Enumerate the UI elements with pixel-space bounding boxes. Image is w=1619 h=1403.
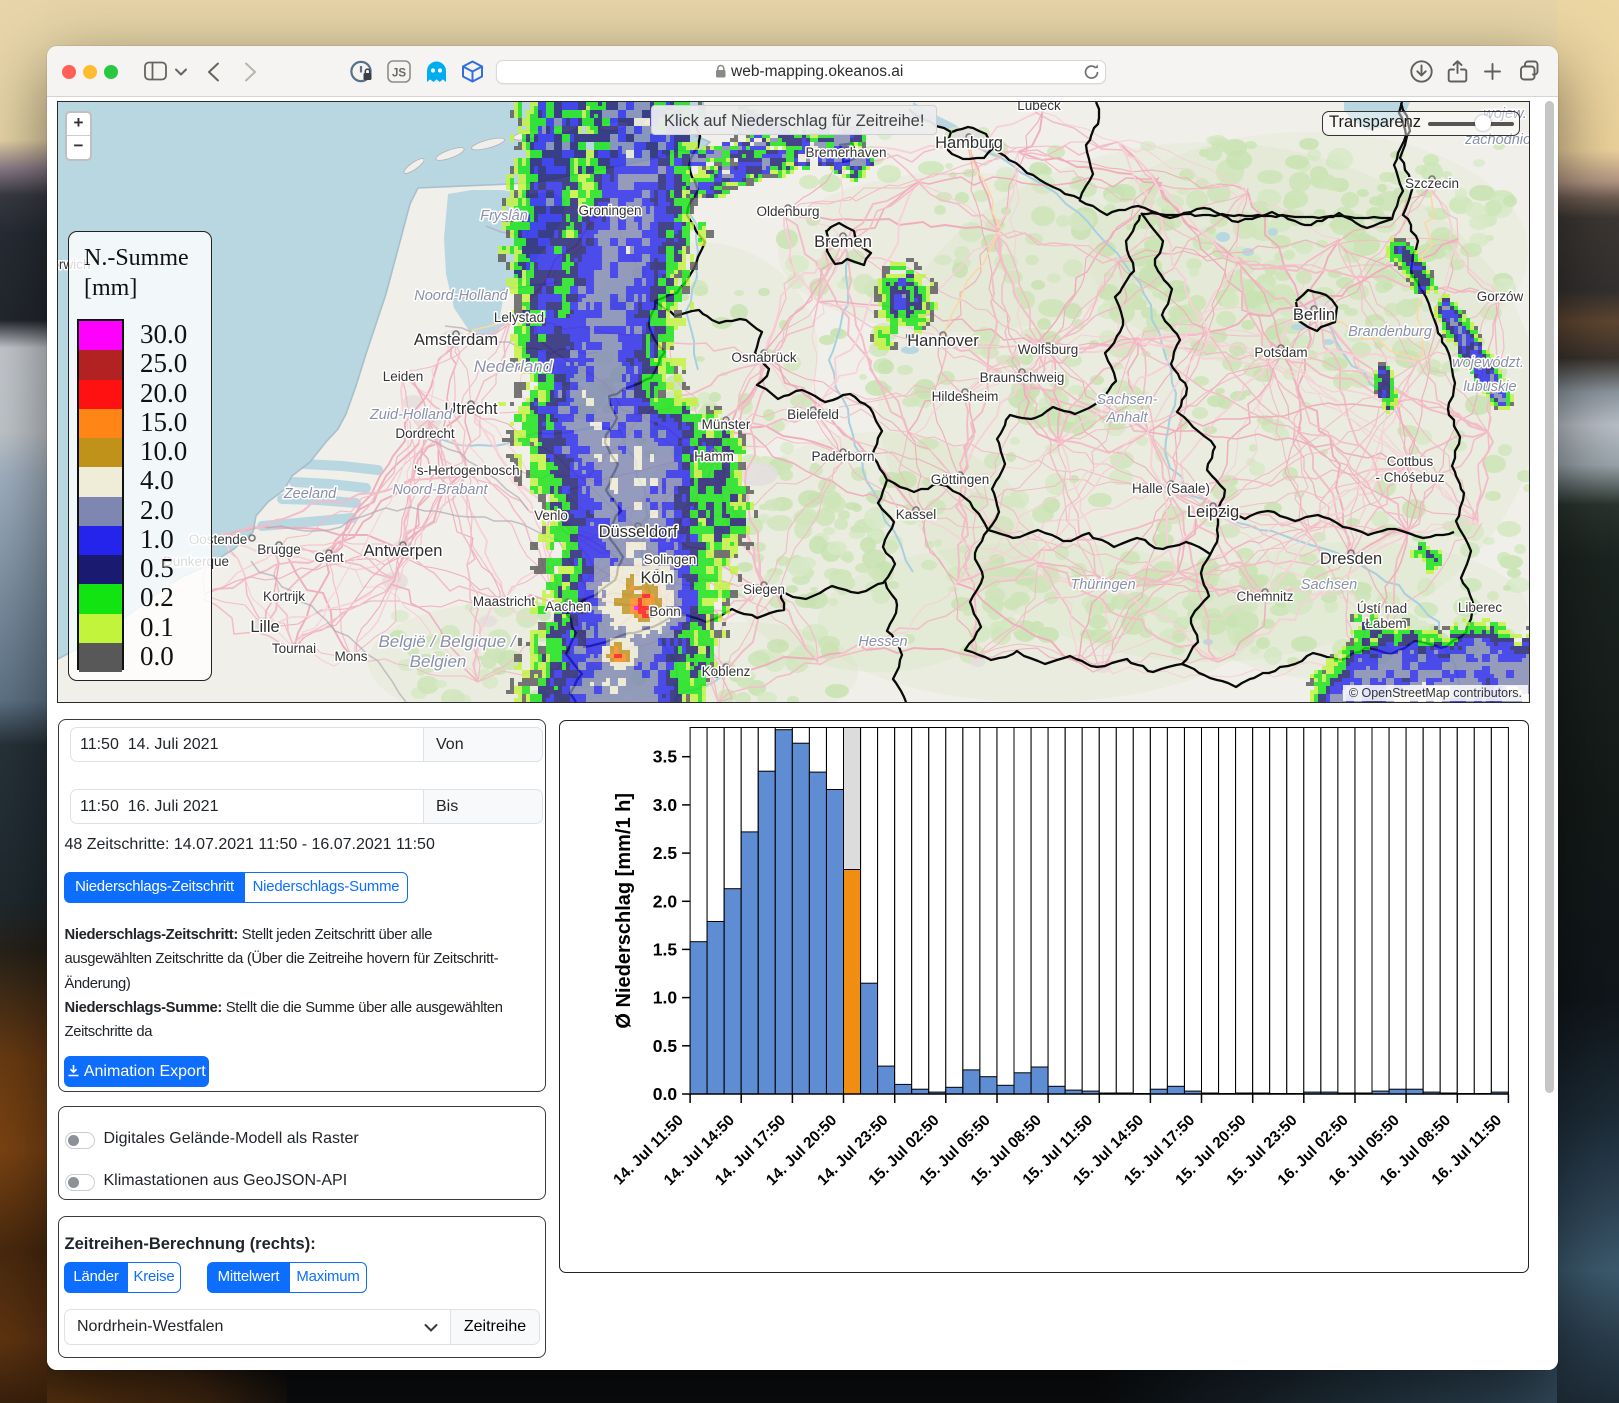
svg-text:Göttingen: Göttingen xyxy=(931,472,990,487)
svg-text:JS: JS xyxy=(392,68,406,80)
svg-text:Belgien: Belgien xyxy=(410,652,467,671)
svg-text:Sachsen: Sachsen xyxy=(1301,577,1357,593)
svg-text:- Chóśebuz: - Chóśebuz xyxy=(1375,470,1444,485)
svg-text:Hannover: Hannover xyxy=(907,332,979,350)
svg-text:2.5: 2.5 xyxy=(652,843,677,863)
svg-text:Oldenburg: Oldenburg xyxy=(756,204,819,219)
svg-text:Dordrecht: Dordrecht xyxy=(395,426,455,441)
svg-text:Bremen: Bremen xyxy=(814,233,872,251)
svg-text:Koblenz: Koblenz xyxy=(702,664,751,679)
svg-text:Leiden: Leiden xyxy=(383,369,424,384)
svg-text:Leipzig: Leipzig xyxy=(1187,503,1239,521)
svg-text:Hildesheim: Hildesheim xyxy=(932,389,999,404)
svg-text:Liberec: Liberec xyxy=(1458,600,1503,615)
svg-text:Osnabrück: Osnabrück xyxy=(731,350,797,365)
svg-text:Dresden: Dresden xyxy=(1320,550,1382,568)
svg-text:Sachsen-: Sachsen- xyxy=(1096,392,1157,408)
svg-text:Lübeck: Lübeck xyxy=(1017,102,1061,113)
svg-text:Hessen: Hessen xyxy=(858,634,907,650)
svg-text:Hamburg: Hamburg xyxy=(935,134,1003,152)
svg-text:Anhalt: Anhalt xyxy=(1105,410,1148,426)
svg-text:Aachen: Aachen xyxy=(545,599,591,614)
svg-text:Cottbus: Cottbus xyxy=(1387,454,1434,469)
svg-text:1.5: 1.5 xyxy=(652,939,677,959)
svg-text:Amsterdam: Amsterdam xyxy=(414,331,498,349)
svg-text:2.0: 2.0 xyxy=(652,891,677,911)
svg-text:Antwerpen: Antwerpen xyxy=(364,542,443,560)
svg-text:Braunschweig: Braunschweig xyxy=(980,370,1065,385)
svg-text:województ.: województ. xyxy=(1452,355,1524,371)
svg-text:Gent: Gent xyxy=(314,550,344,565)
svg-text:Köln: Köln xyxy=(640,569,673,587)
svg-text:België / Belgique /: België / Belgique / xyxy=(378,632,517,651)
svg-text:Wolfsburg: Wolfsburg xyxy=(1018,342,1079,357)
svg-text:Potsdam: Potsdam xyxy=(1254,345,1307,360)
svg-text:Bonn: Bonn xyxy=(649,604,681,619)
svg-text:Bielefeld: Bielefeld xyxy=(787,407,839,422)
svg-text:lubuskie: lubuskie xyxy=(1463,379,1516,395)
svg-text:Utrecht: Utrecht xyxy=(444,400,498,418)
svg-text:Łabem: Łabem xyxy=(1365,616,1406,631)
svg-text:Siegen: Siegen xyxy=(743,582,785,597)
svg-text:Tournai: Tournai xyxy=(272,641,316,656)
svg-text:Bremerhaven: Bremerhaven xyxy=(805,145,886,160)
svg-text:Gorzów: Gorzów xyxy=(1477,289,1524,304)
svg-text:Paderborn: Paderborn xyxy=(811,449,874,464)
svg-text:Mons: Mons xyxy=(334,649,367,664)
svg-text:Fryslân: Fryslân xyxy=(480,208,528,224)
svg-text:Ø Niederschlag [mm/1 h]: Ø Niederschlag [mm/1 h] xyxy=(613,793,635,1029)
svg-text:Nederland: Nederland xyxy=(474,357,553,376)
svg-text:1.0: 1.0 xyxy=(652,988,677,1008)
svg-text:Kortrijk: Kortrijk xyxy=(263,589,305,604)
svg-text:Noord-Holland: Noord-Holland xyxy=(414,288,508,304)
svg-text:3.5: 3.5 xyxy=(652,747,677,767)
svg-text:Solingen: Solingen xyxy=(644,552,697,567)
svg-text:Kassel: Kassel xyxy=(896,507,937,522)
svg-text:0.0: 0.0 xyxy=(652,1084,677,1104)
svg-text:Lille: Lille xyxy=(250,618,279,636)
svg-text:Düsseldorf: Düsseldorf xyxy=(599,523,678,541)
svg-text:Szczecin: Szczecin xyxy=(1405,176,1459,191)
svg-text:Zeeland: Zeeland xyxy=(283,486,337,502)
svg-text:3.0: 3.0 xyxy=(652,795,677,815)
svg-text:Münster: Münster xyxy=(702,417,751,432)
svg-text:Maastricht: Maastricht xyxy=(473,594,536,609)
svg-text:Groningen: Groningen xyxy=(578,203,641,218)
svg-text:0.5: 0.5 xyxy=(652,1036,677,1056)
svg-text:Ústí nad: Ústí nad xyxy=(1357,601,1407,616)
svg-text:Lelystad: Lelystad xyxy=(494,310,544,325)
svg-text:Noord-Brabant: Noord-Brabant xyxy=(392,482,488,498)
svg-text:Zuid-Holland: Zuid-Holland xyxy=(369,407,453,423)
svg-text:Halle (Saale): Halle (Saale) xyxy=(1132,481,1210,496)
svg-text:Chemnitz: Chemnitz xyxy=(1236,589,1293,604)
svg-text:Brugge: Brugge xyxy=(257,542,301,557)
svg-text:Berlin: Berlin xyxy=(1293,306,1335,324)
svg-text:Venlo: Venlo xyxy=(534,508,568,523)
svg-text:Thüringen: Thüringen xyxy=(1070,577,1135,593)
svg-text:Hamm: Hamm xyxy=(694,449,734,464)
svg-text:'s-Hertogenbosch: 's-Hertogenbosch xyxy=(414,463,519,478)
svg-text:web-mapping.okeanos.ai: web-mapping.okeanos.ai xyxy=(730,63,903,80)
svg-text:Brandenburg: Brandenburg xyxy=(1348,324,1432,340)
